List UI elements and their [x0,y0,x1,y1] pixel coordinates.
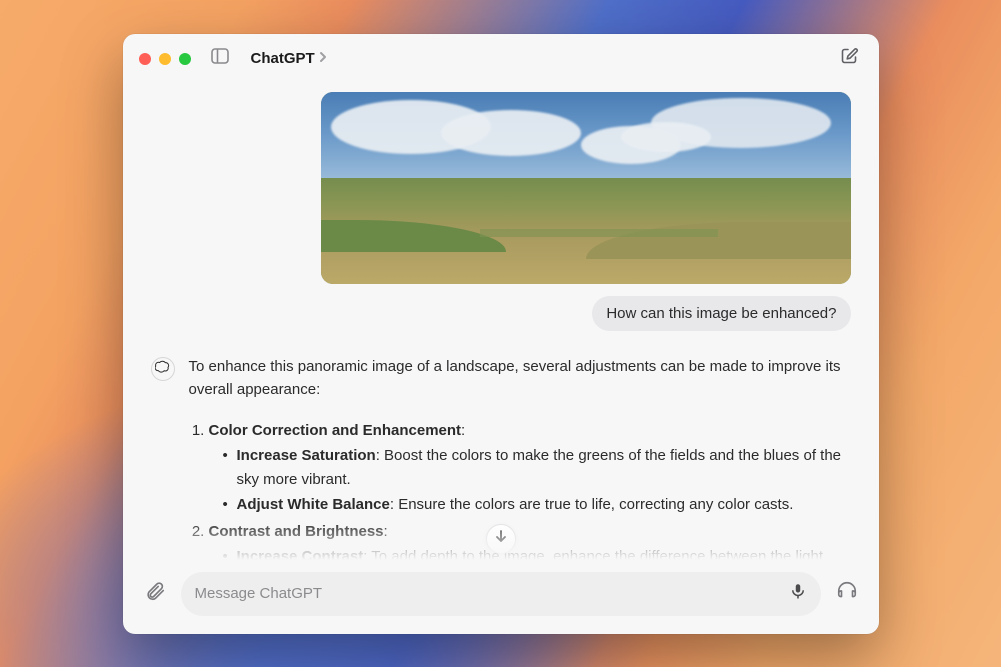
user-message-block: How can this image be enhanced? [151,92,851,331]
list-subitem: Adjust White Balance: Ensure the colors … [223,493,851,516]
window-minimize-button[interactable] [159,53,171,65]
arrow-down-icon [494,529,508,548]
chatgpt-logo-icon [155,359,170,379]
window-controls [139,53,191,65]
scroll-to-bottom-button[interactable] [486,524,516,554]
list-item-title: Color Correction and Enhancement [209,422,462,439]
assistant-avatar [151,357,175,381]
microphone-icon [789,582,807,605]
user-message-text: How can this image be enhanced? [606,305,836,322]
window-close-button[interactable] [139,53,151,65]
input-bar [123,560,879,634]
assistant-message-content: To enhance this panoramic image of a lan… [189,355,851,560]
voice-mode-button[interactable] [833,580,861,608]
list-item: Contrast and Brightness: Increase Contra… [209,520,851,560]
list-subitem-bold: Increase Contrast [237,548,364,559]
sidebar-toggle-button[interactable] [211,48,229,69]
message-input-container [181,572,821,616]
list-item: Color Correction and Enhancement: Increa… [209,419,851,516]
list-subitem-bold: Adjust White Balance [237,496,390,513]
compose-icon [839,46,859,71]
list-subitem-bold: Increase Saturation [237,447,376,464]
headphones-icon [836,580,858,607]
chevron-right-icon [319,50,327,68]
app-window: ChatGPT [123,34,879,634]
paperclip-icon [144,580,166,607]
voice-input-button[interactable] [789,582,807,605]
window-title-group[interactable]: ChatGPT [251,50,327,68]
list-subitem-rest: : Ensure the colors are true to life, co… [390,496,794,513]
conversation-area: How can this image be enhanced? To enhan… [123,84,879,560]
list-subitem: Increase Contrast: To add depth to the i… [223,545,851,559]
titlebar: ChatGPT [123,34,879,84]
user-message-bubble: How can this image be enhanced? [592,296,850,331]
user-uploaded-image[interactable] [321,92,851,284]
attach-file-button[interactable] [141,580,169,608]
list-item-title: Contrast and Brightness [209,523,384,540]
window-zoom-button[interactable] [179,53,191,65]
sidebar-toggle-icon [211,48,229,69]
assistant-intro-text: To enhance this panoramic image of a lan… [189,355,851,402]
list-subitem: Increase Saturation: Boost the colors to… [223,444,851,491]
new-chat-button[interactable] [835,42,863,75]
window-title: ChatGPT [251,50,315,67]
message-input[interactable] [195,585,779,602]
